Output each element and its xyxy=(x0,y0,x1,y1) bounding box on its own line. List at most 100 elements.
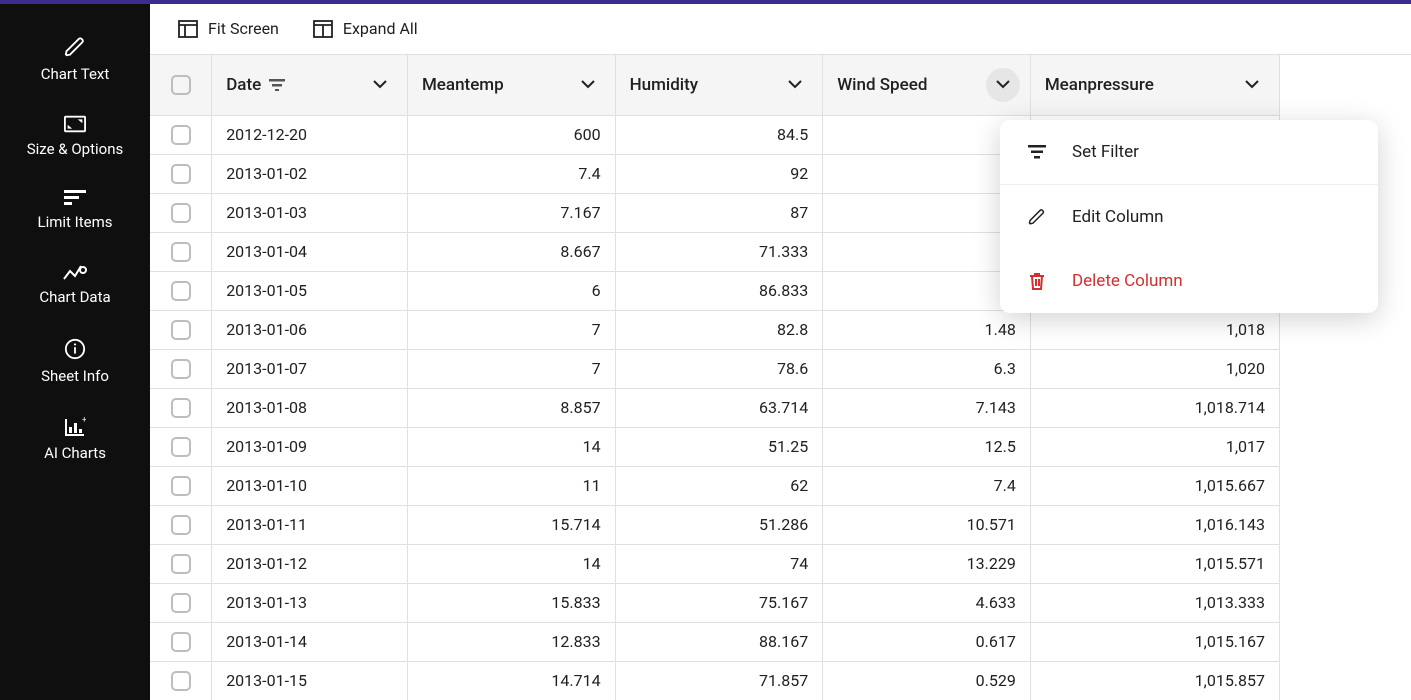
cell-date[interactable]: 2013-01-09 xyxy=(212,427,408,466)
cell-meantemp[interactable]: 7.167 xyxy=(407,193,615,232)
cell-meantemp[interactable]: 8.857 xyxy=(407,388,615,427)
cell-date[interactable]: 2013-01-07 xyxy=(212,349,408,388)
cell-date[interactable]: 2013-01-13 xyxy=(212,583,408,622)
cell-wind[interactable]: 6.3 xyxy=(823,349,1031,388)
cell-wind[interactable]: 4.633 xyxy=(823,583,1031,622)
cell-pressure[interactable]: 1,016.143 xyxy=(1030,505,1279,544)
cell-humidity[interactable]: 62 xyxy=(615,466,823,505)
cell-date[interactable]: 2013-01-10 xyxy=(212,466,408,505)
cell-pressure[interactable]: 1,015.667 xyxy=(1030,466,1279,505)
expand-all-button[interactable]: Expand All xyxy=(313,19,418,38)
cell-date[interactable]: 2013-01-05 xyxy=(212,271,408,310)
cell-humidity[interactable]: 84.5 xyxy=(615,115,823,154)
cell-humidity[interactable]: 75.167 xyxy=(615,583,823,622)
cell-wind[interactable]: 7.143 xyxy=(823,388,1031,427)
cell-pressure[interactable]: 1,015.571 xyxy=(1030,544,1279,583)
row-checkbox[interactable] xyxy=(171,476,191,496)
cell-pressure[interactable]: 1,015.167 xyxy=(1030,622,1279,661)
edit-column-item[interactable]: Edit Column xyxy=(1000,185,1378,249)
column-header-meanpressure[interactable]: Meanpressure xyxy=(1030,55,1279,115)
row-checkbox[interactable] xyxy=(171,671,191,691)
cell-date[interactable]: 2013-01-15 xyxy=(212,661,408,700)
column-menu-button[interactable] xyxy=(986,68,1020,102)
cell-date[interactable]: 2013-01-11 xyxy=(212,505,408,544)
cell-meantemp[interactable]: 15.833 xyxy=(407,583,615,622)
sidebar-item-size-options[interactable]: Size & Options xyxy=(0,101,150,176)
cell-date[interactable]: 2013-01-08 xyxy=(212,388,408,427)
row-checkbox[interactable] xyxy=(171,593,191,613)
cell-wind[interactable]: 7.4 xyxy=(823,466,1031,505)
sidebar-item-ai-charts[interactable]: + AI Charts xyxy=(0,403,150,480)
cell-meantemp[interactable]: 14.714 xyxy=(407,661,615,700)
cell-date[interactable]: 2013-01-12 xyxy=(212,544,408,583)
cell-meantemp[interactable]: 11 xyxy=(407,466,615,505)
sidebar-item-limit-items[interactable]: Limit Items xyxy=(0,176,150,249)
cell-meantemp[interactable]: 7.4 xyxy=(407,154,615,193)
sidebar-item-chart-data[interactable]: Chart Data xyxy=(0,249,150,324)
cell-date[interactable]: 2013-01-04 xyxy=(212,232,408,271)
cell-humidity[interactable]: 82.8 xyxy=(615,310,823,349)
column-header-date[interactable]: Date xyxy=(212,55,408,115)
row-checkbox[interactable] xyxy=(171,320,191,340)
row-checkbox[interactable] xyxy=(171,242,191,262)
cell-meantemp[interactable]: 600 xyxy=(407,115,615,154)
cell-wind[interactable]: 0.529 xyxy=(823,661,1031,700)
cell-wind[interactable]: 13.229 xyxy=(823,544,1031,583)
cell-meantemp[interactable]: 7 xyxy=(407,310,615,349)
cell-humidity[interactable]: 51.286 xyxy=(615,505,823,544)
cell-humidity[interactable]: 88.167 xyxy=(615,622,823,661)
column-menu-button[interactable] xyxy=(363,68,397,102)
cell-date[interactable]: 2013-01-14 xyxy=(212,622,408,661)
sidebar-item-sheet-info[interactable]: Sheet Info xyxy=(0,324,150,403)
cell-meantemp[interactable]: 14 xyxy=(407,427,615,466)
cell-humidity[interactable]: 92 xyxy=(615,154,823,193)
row-checkbox[interactable] xyxy=(171,359,191,379)
cell-wind[interactable]: 10.571 xyxy=(823,505,1031,544)
cell-humidity[interactable]: 51.25 xyxy=(615,427,823,466)
column-menu-button[interactable] xyxy=(1235,68,1269,102)
row-checkbox[interactable] xyxy=(171,437,191,457)
cell-humidity[interactable]: 87 xyxy=(615,193,823,232)
row-checkbox[interactable] xyxy=(171,398,191,418)
column-menu-button[interactable] xyxy=(571,68,605,102)
row-checkbox[interactable] xyxy=(171,632,191,652)
cell-date[interactable]: 2013-01-02 xyxy=(212,154,408,193)
cell-pressure[interactable]: 1,017 xyxy=(1030,427,1279,466)
cell-pressure[interactable]: 1,018 xyxy=(1030,310,1279,349)
cell-meantemp[interactable]: 7 xyxy=(407,349,615,388)
delete-column-item[interactable]: Delete Column xyxy=(1000,249,1378,313)
cell-date[interactable]: 2013-01-06 xyxy=(212,310,408,349)
column-header-meantemp[interactable]: Meantemp xyxy=(407,55,615,115)
cell-humidity[interactable]: 78.6 xyxy=(615,349,823,388)
row-checkbox[interactable] xyxy=(171,203,191,223)
row-checkbox[interactable] xyxy=(171,554,191,574)
cell-meantemp[interactable]: 15.714 xyxy=(407,505,615,544)
cell-meantemp[interactable]: 12.833 xyxy=(407,622,615,661)
row-checkbox[interactable] xyxy=(171,281,191,301)
column-header-wind-speed[interactable]: Wind Speed xyxy=(823,55,1031,115)
column-menu-button[interactable] xyxy=(778,68,812,102)
row-checkbox[interactable] xyxy=(171,515,191,535)
cell-wind[interactable]: 1.48 xyxy=(823,310,1031,349)
cell-pressure[interactable]: 1,015.857 xyxy=(1030,661,1279,700)
cell-wind[interactable]: 12.5 xyxy=(823,427,1031,466)
fit-screen-button[interactable]: Fit Screen xyxy=(178,19,279,38)
cell-wind[interactable]: 0.617 xyxy=(823,622,1031,661)
row-checkbox[interactable] xyxy=(171,164,191,184)
row-checkbox[interactable] xyxy=(171,125,191,145)
select-all-checkbox[interactable] xyxy=(171,75,191,95)
cell-humidity[interactable]: 74 xyxy=(615,544,823,583)
cell-date[interactable]: 2013-01-03 xyxy=(212,193,408,232)
cell-humidity[interactable]: 71.857 xyxy=(615,661,823,700)
sidebar-item-chart-text[interactable]: Chart Text xyxy=(0,22,150,101)
cell-humidity[interactable]: 63.714 xyxy=(615,388,823,427)
cell-pressure[interactable]: 1,018.714 xyxy=(1030,388,1279,427)
set-filter-item[interactable]: Set Filter xyxy=(1000,120,1378,185)
cell-humidity[interactable]: 71.333 xyxy=(615,232,823,271)
cell-meantemp[interactable]: 14 xyxy=(407,544,615,583)
cell-humidity[interactable]: 86.833 xyxy=(615,271,823,310)
cell-pressure[interactable]: 1,013.333 xyxy=(1030,583,1279,622)
cell-meantemp[interactable]: 8.667 xyxy=(407,232,615,271)
column-header-humidity[interactable]: Humidity xyxy=(615,55,823,115)
cell-date[interactable]: 2012-12-20 xyxy=(212,115,408,154)
